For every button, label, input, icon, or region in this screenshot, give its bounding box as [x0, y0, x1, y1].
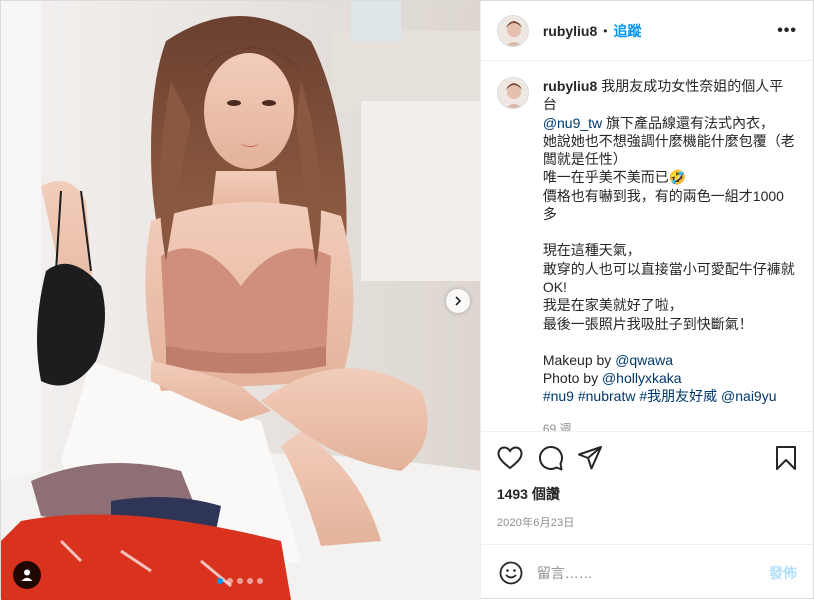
- caption-text: Makeup by: [542, 351, 612, 368]
- profile-photo: [497, 78, 528, 108]
- caption-text: 我是在家美就好了啦，: [542, 297, 683, 314]
- hashtag-link[interactable]: #nu9: [543, 388, 574, 404]
- post-side-panel: rubyliu8 • 追蹤 ••• rubyliu8 我朋友成功女性奈姐的個人平台: [479, 1, 813, 600]
- like-button[interactable]: [497, 438, 537, 478]
- paper-plane-icon: [577, 446, 602, 470]
- caption-text: 她說她也不想強調什麼機能什麼包覆（老闆就是任性）: [542, 132, 795, 168]
- post-photo: [1, 1, 480, 600]
- comment-input[interactable]: [536, 564, 769, 581]
- post-date[interactable]: 2020年6月23日: [497, 514, 797, 530]
- hashtag-link[interactable]: #nubratw: [578, 388, 636, 404]
- post-header: rubyliu8 • 追蹤 •••: [480, 1, 813, 61]
- caption-text: Photo by: [542, 370, 599, 387]
- caption-avatar[interactable]: [496, 77, 529, 109]
- mention-link[interactable]: @nu9_tw: [543, 115, 602, 131]
- carousel-dot: [237, 578, 244, 584]
- caption-text: 旗下產品線還有法式內衣，: [606, 114, 775, 131]
- carousel-dot: [257, 578, 264, 584]
- caption-row: rubyliu8 我朋友成功女性奈姐的個人平台 @nu9_tw 旗下產品線還有法式…: [496, 77, 797, 431]
- profile-photo: [497, 15, 528, 46]
- caption-time[interactable]: 69 週: [543, 420, 797, 431]
- username-link[interactable]: rubyliu8: [543, 23, 597, 39]
- caption-text: 敢穿的人也可以直接當小可愛配牛仔褲就OK!: [542, 260, 795, 295]
- bookmark-icon: [776, 446, 796, 470]
- heart-icon: [497, 446, 523, 470]
- caption-username[interactable]: rubyliu8: [543, 78, 597, 94]
- comment-icon: [538, 446, 563, 471]
- mention-link[interactable]: @hollyxkaka: [602, 370, 682, 386]
- post-caption: rubyliu8 我朋友成功女性奈姐的個人平台 @nu9_tw 旗下產品線還有法式…: [543, 77, 797, 406]
- mention-link[interactable]: @qwawa: [615, 352, 673, 368]
- caption-text: 價格也有嚇到我，有的兩色一組才1000多: [542, 187, 784, 223]
- laughing-emoji-icon: 🤣: [668, 169, 687, 186]
- tagged-users-button[interactable]: [13, 561, 41, 589]
- carousel-dot: [227, 578, 234, 584]
- action-icons: [497, 438, 797, 478]
- comment-button[interactable]: [537, 438, 577, 478]
- hashtag-link[interactable]: #我朋友好威: [639, 388, 717, 404]
- caption-text: 最後一張照片我吸肚子到快斷氣！: [542, 315, 753, 332]
- chevron-right-icon: [455, 296, 462, 306]
- instagram-post: rubyliu8 • 追蹤 ••• rubyliu8 我朋友成功女性奈姐的個人平台: [0, 0, 814, 600]
- follow-button[interactable]: 追蹤: [613, 21, 641, 41]
- post-media[interactable]: [1, 1, 480, 600]
- avatar[interactable]: [496, 14, 529, 47]
- comments-section: rubyliu8 我朋友成功女性奈姐的個人平台 @nu9_tw 旗下產品線還有法式…: [481, 61, 813, 431]
- caption-text: 唯一在乎美不美而已: [542, 169, 669, 186]
- mention-link[interactable]: @nai9yu: [721, 388, 776, 404]
- likes-count[interactable]: 1493 個讚: [497, 484, 797, 504]
- carousel-indicator: [1, 578, 480, 584]
- caption-text: 現在這種天氣，: [542, 242, 641, 259]
- next-slide-button[interactable]: [446, 289, 470, 313]
- post-actions: 1493 個讚 2020年6月23日: [480, 431, 813, 530]
- post-comment-button[interactable]: 發佈: [769, 563, 797, 583]
- header-separator: •: [603, 23, 608, 38]
- smiley-icon: [499, 561, 523, 584]
- carousel-dot: [247, 578, 254, 584]
- save-button[interactable]: [757, 438, 797, 478]
- more-options-button[interactable]: •••: [777, 22, 797, 40]
- carousel-dot: [217, 578, 224, 584]
- add-comment-bar: 發佈: [480, 544, 813, 600]
- share-button[interactable]: [577, 438, 617, 478]
- emoji-button[interactable]: [497, 559, 525, 587]
